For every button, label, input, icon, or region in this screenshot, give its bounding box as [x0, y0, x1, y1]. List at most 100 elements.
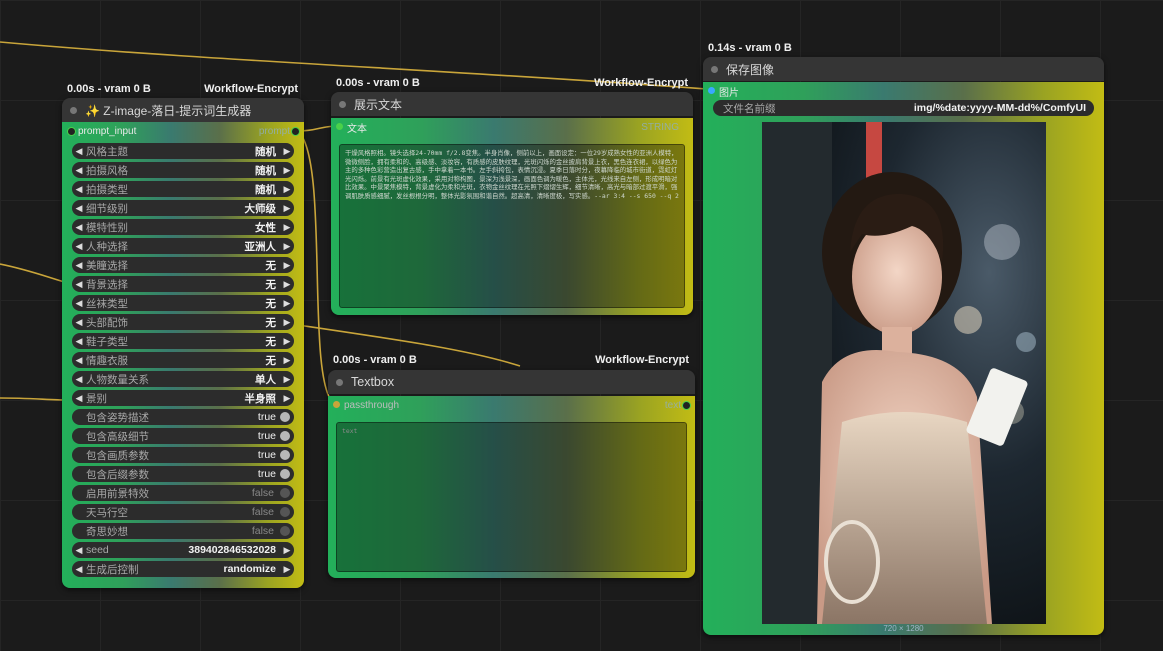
arrow-right-icon[interactable]: ▶	[280, 222, 294, 233]
collapse-dot-icon[interactable]	[336, 378, 343, 386]
arrow-left-icon[interactable]: ◀	[72, 317, 86, 328]
arrow-left-icon[interactable]: ◀	[72, 564, 86, 575]
node4-title-bar[interactable]: 保存图像	[703, 57, 1104, 81]
display-text: 干燥风格照相。镜头选择24-70mm f/2.8变焦。半身肖像，侧前以上，画面设…	[345, 149, 679, 200]
arrow-right-icon[interactable]: ▶	[280, 374, 294, 385]
widget-row[interactable]: ◀ 人物数量关系 单人 ▶	[72, 371, 294, 387]
widget-row[interactable]: 天马行空 false	[72, 504, 294, 520]
collapse-dot-icon[interactable]	[70, 106, 77, 114]
output-socket-icon[interactable]	[291, 127, 300, 136]
arrow-right-icon[interactable]: ▶	[280, 146, 294, 157]
widget-label: 头部配饰	[86, 316, 128, 329]
widget-row[interactable]: ◀ 头部配饰 无 ▶	[72, 314, 294, 330]
toggle-on-icon[interactable]	[280, 469, 290, 479]
output-socket-icon[interactable]	[682, 401, 691, 410]
arrow-right-icon[interactable]: ▶	[280, 393, 294, 404]
arrow-right-icon[interactable]: ▶	[280, 564, 294, 575]
arrow-left-icon[interactable]: ◀	[72, 279, 86, 290]
arrow-right-icon[interactable]: ▶	[280, 184, 294, 195]
node1-tag: Workflow-Encrypt	[204, 83, 298, 95]
toggle-on-icon[interactable]	[280, 412, 290, 422]
widget-row[interactable]: ◀ 拍摄类型 随机 ▶	[72, 181, 294, 197]
widget-row[interactable]: 包含姿势描述 true	[72, 409, 294, 425]
arrow-left-icon[interactable]: ◀	[72, 374, 86, 385]
arrow-right-icon[interactable]: ▶	[280, 545, 294, 556]
widget-row[interactable]: 包含画质参数 true	[72, 447, 294, 463]
collapse-dot-icon[interactable]	[711, 65, 718, 73]
wire-left-1	[0, 263, 69, 284]
toggle-on-icon[interactable]	[280, 431, 290, 441]
widget-value: 女性	[255, 221, 276, 234]
arrow-left-icon[interactable]: ◀	[72, 355, 86, 366]
arrow-left-icon[interactable]: ◀	[72, 146, 86, 157]
arrow-left-icon[interactable]: ◀	[72, 545, 86, 556]
widget-value: false	[251, 506, 274, 518]
arrow-left-icon[interactable]: ◀	[72, 241, 86, 252]
node4-time: 0.14s - vram 0 B	[708, 42, 792, 54]
widget-row[interactable]: ◀ 丝袜类型 无 ▶	[72, 295, 294, 311]
arrow-right-icon[interactable]: ▶	[280, 279, 294, 290]
widget-row[interactable]: ◀ 细节级别 大师级 ▶	[72, 200, 294, 216]
widget-row[interactable]: ◀ 风格主题 随机 ▶	[72, 143, 294, 159]
widget-row[interactable]: ◀ 背景选择 无 ▶	[72, 276, 294, 292]
arrow-right-icon[interactable]: ▶	[280, 260, 294, 271]
widget-row[interactable]: ◀ 生成后控制 randomize ▶	[72, 561, 294, 577]
show-text-node[interactable]: 展示文本 文本 STRING 干燥风格照相。镜头选择24-70mm f/2.8变…	[331, 92, 693, 315]
arrow-left-icon[interactable]: ◀	[72, 184, 86, 195]
save-image-node[interactable]: 保存图像 图片 文件名前缀 img/%date:yyyy-MM-dd%/Comf…	[703, 57, 1104, 635]
widget-row[interactable]: ◀ 模特性别 女性 ▶	[72, 219, 294, 235]
node2-title: 展示文本	[354, 97, 403, 112]
input-socket-icon[interactable]	[67, 127, 76, 136]
widget-row[interactable]: ◀ 景别 半身照 ▶	[72, 390, 294, 406]
arrow-left-icon[interactable]: ◀	[72, 165, 86, 176]
arrow-left-icon[interactable]: ◀	[72, 393, 86, 404]
arrow-right-icon[interactable]: ▶	[280, 165, 294, 176]
node2-title-bar[interactable]: 展示文本	[331, 92, 693, 116]
widget-row[interactable]: ◀ seed 389402846532028 ▶	[72, 542, 294, 558]
arrow-right-icon[interactable]: ▶	[280, 355, 294, 366]
toggle-off-icon[interactable]	[280, 526, 290, 536]
toggle-off-icon[interactable]	[280, 507, 290, 517]
display-text-area[interactable]: 干燥风格照相。镜头选择24-70mm f/2.8变焦。半身肖像，侧前以上，画面设…	[339, 144, 685, 308]
prompt-generator-node[interactable]: ✨ Z-image-落日-提示词生成器 prompt_input prompt …	[62, 98, 304, 588]
node1-widgets: ◀ 风格主题 随机 ▶ ◀ 拍摄风格 随机 ▶ ◀ 拍摄类型 随机 ▶ ◀ 细节级别 大师级 ▶ ◀ 模特性别 女性…	[62, 143, 304, 577]
node1-time: 0.00s - vram 0 B	[67, 83, 151, 95]
input-socket-icon[interactable]	[333, 401, 340, 408]
node3-title-bar[interactable]: Textbox	[328, 370, 695, 394]
collapse-dot-icon[interactable]	[339, 100, 346, 108]
arrow-left-icon[interactable]: ◀	[72, 260, 86, 271]
input-socket-icon[interactable]	[708, 87, 715, 94]
widget-row[interactable]: ◀ 人种选择 亚洲人 ▶	[72, 238, 294, 254]
widget-row[interactable]: 奇思妙想 false	[72, 523, 294, 539]
toggle-on-icon[interactable]	[280, 450, 290, 460]
widget-row[interactable]: ◀ 鞋子类型 无 ▶	[72, 333, 294, 349]
image-preview[interactable]	[762, 122, 1046, 624]
arrow-left-icon[interactable]: ◀	[72, 222, 86, 233]
input-socket-icon[interactable]	[336, 123, 343, 130]
toggle-off-icon[interactable]	[280, 488, 290, 498]
arrow-right-icon[interactable]: ▶	[280, 298, 294, 309]
arrow-left-icon[interactable]: ◀	[72, 298, 86, 309]
filename-prefix-widget[interactable]: 文件名前缀 img/%date:yyyy-MM-dd%/ComfyUI	[713, 100, 1094, 116]
widget-row[interactable]: 包含后缀参数 true	[72, 466, 294, 482]
widget-label: 情趣衣服	[86, 354, 128, 367]
widget-label: 人物数量关系	[86, 373, 149, 386]
widget-row[interactable]: 包含高级细节 true	[72, 428, 294, 444]
textbox-input[interactable]: text	[336, 422, 687, 572]
widget-value: false	[251, 525, 274, 537]
arrow-right-icon[interactable]: ▶	[280, 241, 294, 252]
widget-row[interactable]: ◀ 拍摄风格 随机 ▶	[72, 162, 294, 178]
widget-row[interactable]: ◀ 美瞳选择 无 ▶	[72, 257, 294, 273]
widget-row[interactable]: 启用前景特效 false	[72, 485, 294, 501]
arrow-left-icon[interactable]: ◀	[72, 336, 86, 347]
output-label: STRING	[641, 121, 679, 133]
widget-row[interactable]: ◀ 情趣衣服 无 ▶	[72, 352, 294, 368]
widget-label: 启用前景特效	[86, 487, 149, 500]
textbox-node[interactable]: Textbox passthrough text text	[328, 370, 695, 578]
node1-title-bar[interactable]: ✨ Z-image-落日-提示词生成器	[62, 98, 304, 122]
node4-title: 保存图像	[726, 62, 775, 77]
arrow-right-icon[interactable]: ▶	[280, 317, 294, 328]
arrow-right-icon[interactable]: ▶	[280, 336, 294, 347]
arrow-right-icon[interactable]: ▶	[280, 203, 294, 214]
arrow-left-icon[interactable]: ◀	[72, 203, 86, 214]
